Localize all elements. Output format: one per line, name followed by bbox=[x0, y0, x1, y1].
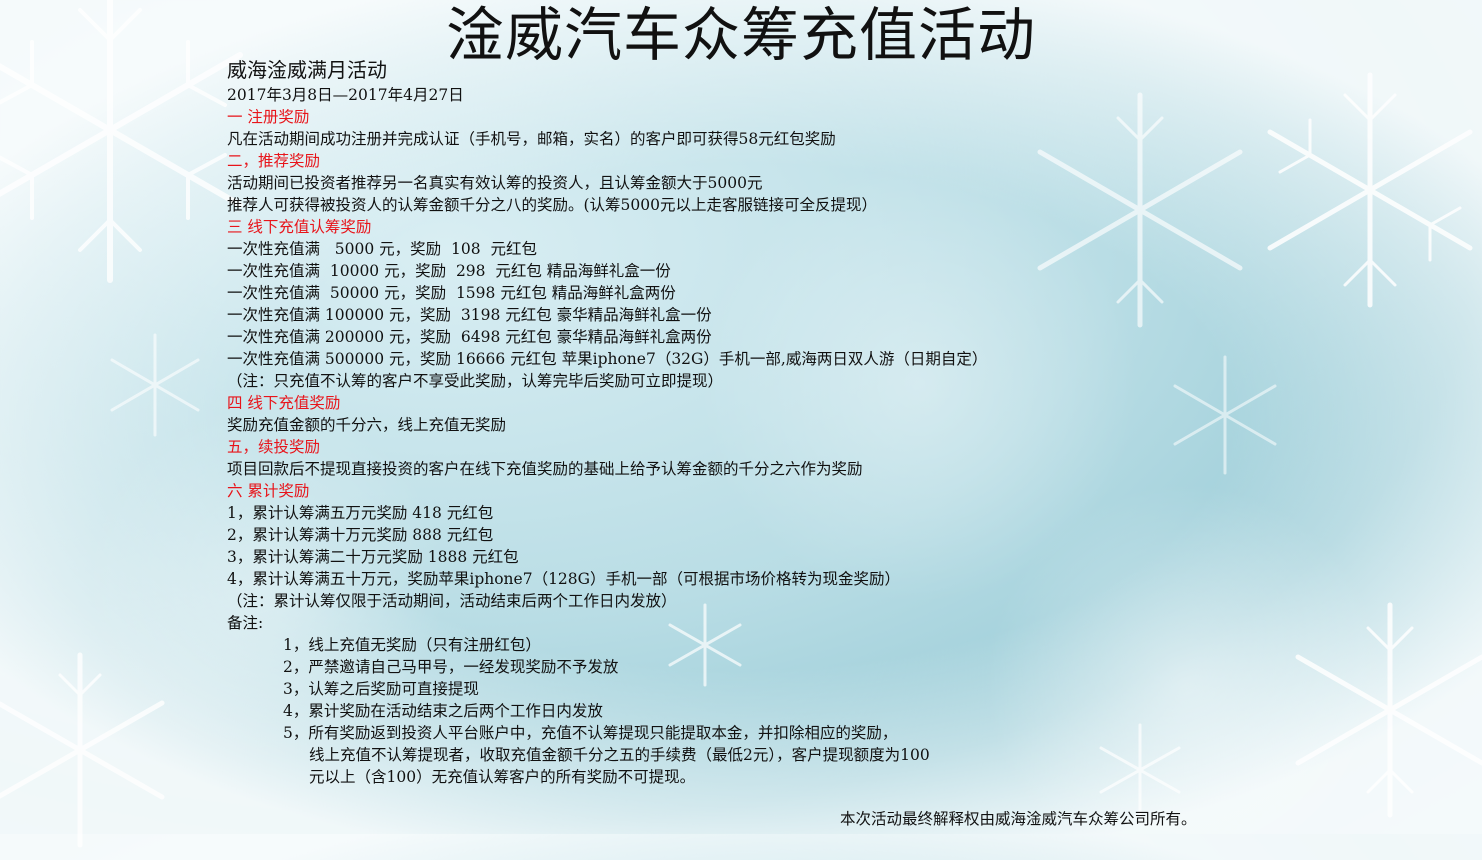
remarks-label: 备注: bbox=[227, 614, 264, 632]
footer-disclaimer: 本次活动最终解释权由威海淦威汽车众筹公司所有。 bbox=[840, 810, 1197, 828]
remark-continuation: 线上充值不认筹提现者，收取充值金额千分之五的手续费（最低2元），客户提现额度为1… bbox=[309, 746, 930, 764]
cumulative-row: 1，累计认筹满五万元奖励 418 元红包 bbox=[227, 504, 494, 522]
remark-continuation: 元以上（含100）无充值认筹客户的所有奖励不可提现。 bbox=[309, 768, 696, 786]
reward-row: 一次性充值满 200000 元，奖励 6498 元红包 豪华精品海鲜礼盒两份 bbox=[227, 328, 712, 346]
remark-item: 2，严禁邀请自己马甲号，一经发现奖励不予发放 bbox=[283, 658, 619, 676]
reward-row: 一次性充值满 10000 元，奖励 298 元红包 精品海鲜礼盒一份 bbox=[227, 262, 671, 280]
section-heading: 一 注册奖励 bbox=[227, 108, 310, 126]
cumulative-row: 2，累计认筹满十万元奖励 888 元红包 bbox=[227, 526, 494, 544]
section-note: （注：累计认筹仅限于活动期间，活动结束后两个工作日内发放） bbox=[227, 592, 677, 610]
remark-item: 3，认筹之后奖励可直接提现 bbox=[283, 680, 479, 698]
remark-item: 5，所有奖励返到投资人平台账户中，充值不认筹提现只能提取本金，并扣除相应的奖励， bbox=[283, 724, 898, 742]
activity-rules: 威海淦威满月活动 2017年3月8日—2017年4月27日 一 注册奖励 凡在活… bbox=[227, 56, 1377, 788]
reward-row: 一次性充值满 100000 元，奖励 3198 元红包 豪华精品海鲜礼盒一份 bbox=[227, 306, 712, 324]
reward-row: 一次性充值满 500000 元，奖励 16666 元红包 苹果iphone7（3… bbox=[227, 350, 988, 368]
cumulative-row: 3，累计认筹满二十万元奖励 1888 元红包 bbox=[227, 548, 519, 566]
snowflake-icon bbox=[0, 652, 165, 848]
section-heading: 三 线下充值认筹奖励 bbox=[227, 218, 372, 236]
section-text: 活动期间已投资者推荐另一名真实有效认筹的投资人，且认筹金额大于5000元 bbox=[227, 174, 763, 192]
section-text: 奖励充值金额的千分六，线上充值无奖励 bbox=[227, 416, 507, 434]
section-heading: 六 累计奖励 bbox=[227, 482, 310, 500]
subtitle: 威海淦威满月活动 bbox=[227, 58, 387, 82]
section-heading: 二，推荐奖励 bbox=[227, 152, 321, 170]
remark-item: 4，累计奖励在活动结束之后两个工作日内发放 bbox=[283, 702, 603, 720]
reward-row: 一次性充值满 50000 元，奖励 1598 元红包 精品海鲜礼盒两份 bbox=[227, 284, 676, 302]
section-text: 凡在活动期间成功注册并完成认证（手机号，邮箱，实名）的客户即可获得58元红包奖励 bbox=[227, 130, 836, 148]
section-heading: 五，续投奖励 bbox=[227, 438, 321, 456]
remark-item: 1，线上充值无奖励（只有注册红包） bbox=[283, 636, 541, 654]
cumulative-row: 4，累计认筹满五十万元，奖励苹果iphone7（128G）手机一部（可根据市场价… bbox=[227, 570, 901, 588]
section-note: （注：只充值不认筹的客户不享受此奖励，认筹完毕后奖励可立即提现） bbox=[227, 372, 724, 390]
reward-row: 一次性充值满 5000 元，奖励 108 元红包 bbox=[227, 240, 537, 258]
date-range: 2017年3月8日—2017年4月27日 bbox=[227, 86, 464, 104]
section-heading: 四 线下充值奖励 bbox=[227, 394, 341, 412]
snowflake-icon bbox=[110, 333, 200, 437]
section-text: 项目回款后不提现直接投资的客户在线下充值奖励的基础上给予认筹金额的千分之六作为奖… bbox=[227, 460, 863, 478]
section-text: 推荐人可获得被投资人的认筹金额千分之八的奖励。(认筹5000元以上走客服链接可全… bbox=[227, 196, 877, 214]
